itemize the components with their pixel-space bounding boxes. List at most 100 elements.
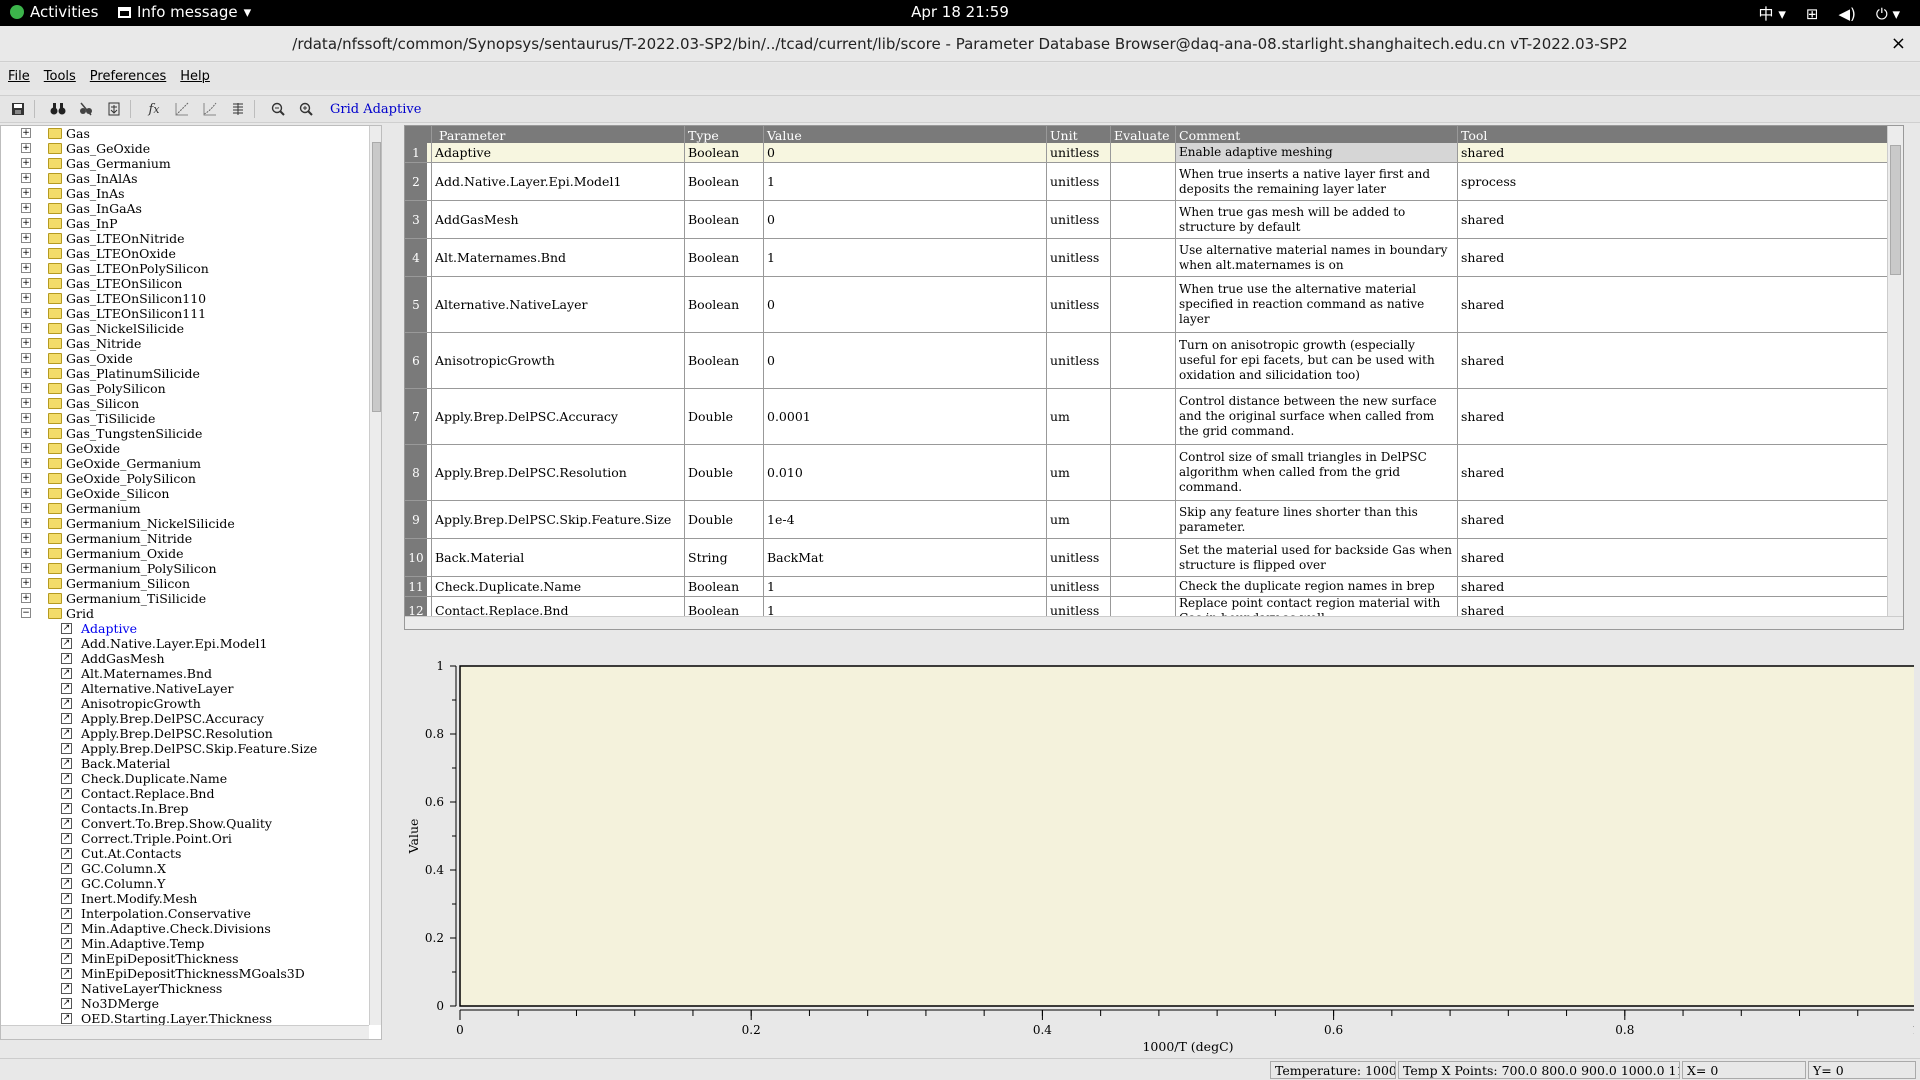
expand-icon[interactable]: + bbox=[21, 278, 31, 288]
zoom-out-icon[interactable] bbox=[266, 98, 290, 120]
column-header-value[interactable]: Value bbox=[767, 128, 802, 143]
cell-unit[interactable]: unitless bbox=[1046, 333, 1110, 388]
cell-type[interactable]: Boolean bbox=[684, 163, 763, 200]
cell-parameter[interactable]: Alternative.NativeLayer bbox=[431, 277, 684, 332]
cell-value[interactable]: 1 bbox=[763, 577, 1046, 596]
collapse-icon[interactable]: − bbox=[21, 608, 31, 618]
cell-evaluate[interactable] bbox=[1110, 539, 1175, 576]
cell-parameter[interactable]: Check.Duplicate.Name bbox=[431, 577, 684, 596]
cell-tool[interactable]: sprocess bbox=[1457, 163, 1887, 200]
cell-tool[interactable]: shared bbox=[1457, 539, 1887, 576]
cell-evaluate[interactable] bbox=[1110, 501, 1175, 538]
find-next-icon[interactable] bbox=[74, 98, 98, 120]
table-vertical-scrollbar[interactable] bbox=[1887, 126, 1903, 616]
cell-value[interactable]: 1 bbox=[763, 163, 1046, 200]
cell-tool[interactable]: shared bbox=[1457, 333, 1887, 388]
parameter-tree[interactable]: + Gas + Gas_GeOxide + Gas_Germanium + Gas_InAlA… bbox=[0, 125, 382, 1040]
cell-parameter[interactable]: Apply.Brep.DelPSC.Resolution bbox=[431, 445, 684, 500]
cell-parameter[interactable]: Alt.Maternames.Bnd bbox=[431, 239, 684, 276]
plot-linear-icon[interactable] bbox=[170, 98, 194, 120]
cell-value[interactable]: 0 bbox=[763, 201, 1046, 238]
system-tray[interactable]: 中 ▾ ⊞ ◀) ⏻ ▾ bbox=[1759, 3, 1900, 24]
find-icon[interactable] bbox=[46, 98, 70, 120]
cell-evaluate[interactable] bbox=[1110, 163, 1175, 200]
table-row[interactable]: 9 Apply.Brep.DelPSC.Skip.Feature.Size Doub… bbox=[405, 501, 1903, 539]
cell-comment[interactable]: Set the material used for backside Gas w… bbox=[1175, 539, 1457, 576]
column-header-type[interactable]: Type bbox=[688, 128, 719, 143]
cell-evaluate[interactable] bbox=[1110, 333, 1175, 388]
cell-unit[interactable]: unitless bbox=[1046, 143, 1110, 162]
tree-horizontal-scrollbar[interactable] bbox=[1, 1025, 369, 1039]
expand-icon[interactable]: + bbox=[21, 338, 31, 348]
cell-unit[interactable]: um bbox=[1046, 501, 1110, 538]
cell-value[interactable]: 0.010 bbox=[763, 445, 1046, 500]
cell-unit[interactable]: um bbox=[1046, 445, 1110, 500]
cell-unit[interactable]: unitless bbox=[1046, 163, 1110, 200]
cell-parameter[interactable]: AnisotropicGrowth bbox=[431, 333, 684, 388]
cell-unit[interactable]: unitless bbox=[1046, 539, 1110, 576]
cell-parameter[interactable]: Adaptive bbox=[431, 143, 684, 162]
column-header-evaluate[interactable]: Evaluate bbox=[1114, 128, 1170, 143]
expand-icon[interactable]: + bbox=[21, 563, 31, 573]
tree-vertical-scrollbar[interactable] bbox=[369, 126, 381, 1025]
cell-comment[interactable]: Turn on anisotropic growth (especially u… bbox=[1175, 333, 1457, 388]
cell-tool[interactable]: shared bbox=[1457, 389, 1887, 444]
cell-value[interactable]: 1e-4 bbox=[763, 501, 1046, 538]
expand-icon[interactable]: + bbox=[21, 143, 31, 153]
cell-value[interactable]: BackMat bbox=[763, 539, 1046, 576]
cell-comment[interactable]: When true gas mesh will be added to stru… bbox=[1175, 201, 1457, 238]
cell-tool[interactable]: shared bbox=[1457, 277, 1887, 332]
cell-comment[interactable]: Control size of small triangles in DelPS… bbox=[1175, 445, 1457, 500]
cell-type[interactable]: Boolean bbox=[684, 577, 763, 596]
table-row[interactable]: 7 Apply.Brep.DelPSC.Accuracy Double 0.0001 u… bbox=[405, 389, 1903, 445]
cell-evaluate[interactable] bbox=[1110, 577, 1175, 596]
expand-icon[interactable]: + bbox=[21, 203, 31, 213]
cell-type[interactable]: Boolean bbox=[684, 277, 763, 332]
cell-value[interactable]: 1 bbox=[763, 239, 1046, 276]
table-horizontal-scrollbar[interactable] bbox=[405, 616, 1903, 629]
cell-parameter[interactable]: Back.Material bbox=[431, 539, 684, 576]
table-row[interactable]: 2 Add.Native.Layer.Epi.Model1 Boolean 1 unit… bbox=[405, 163, 1903, 201]
save-icon[interactable] bbox=[6, 98, 30, 120]
cell-tool[interactable]: shared bbox=[1457, 143, 1887, 162]
expand-icon[interactable]: + bbox=[21, 383, 31, 393]
cell-evaluate[interactable] bbox=[1110, 143, 1175, 162]
table-row[interactable]: 10 Back.Material String BackMat unitless Set … bbox=[405, 539, 1903, 577]
expand-icon[interactable]: + bbox=[21, 443, 31, 453]
cell-evaluate[interactable] bbox=[1110, 201, 1175, 238]
cell-unit[interactable]: unitless bbox=[1046, 239, 1110, 276]
table-row[interactable]: 4 Alt.Maternames.Bnd Boolean 1 unitless Use a… bbox=[405, 239, 1903, 277]
expand-icon[interactable]: + bbox=[21, 458, 31, 468]
cell-tool[interactable]: shared bbox=[1457, 577, 1887, 596]
cell-parameter[interactable]: Add.Native.Layer.Epi.Model1 bbox=[431, 163, 684, 200]
cell-evaluate[interactable] bbox=[1110, 277, 1175, 332]
function-icon[interactable]: fx bbox=[142, 98, 166, 120]
cell-type[interactable]: Double bbox=[684, 501, 763, 538]
expand-icon[interactable]: + bbox=[21, 173, 31, 183]
cell-type[interactable]: String bbox=[684, 539, 763, 576]
expand-icon[interactable]: + bbox=[21, 428, 31, 438]
close-icon[interactable]: × bbox=[1891, 33, 1906, 54]
power-icon[interactable]: ⏻ ▾ bbox=[1876, 5, 1900, 23]
expand-icon[interactable]: + bbox=[21, 473, 31, 483]
expand-icon[interactable]: + bbox=[21, 368, 31, 378]
menu-file[interactable]: File bbox=[8, 69, 30, 84]
parameter-plot[interactable]: 00 0.2 0.2 0.4 0.4 0.6 0.6 0.8 0.8 1 1 1000/T (degC… bbox=[404, 650, 1914, 1060]
cell-type[interactable]: Double bbox=[684, 389, 763, 444]
cell-parameter[interactable]: Apply.Brep.DelPSC.Accuracy bbox=[431, 389, 684, 444]
expand-icon[interactable]: + bbox=[21, 533, 31, 543]
input-method-indicator[interactable]: 中 ▾ bbox=[1759, 3, 1786, 24]
cell-comment[interactable]: Check the duplicate region names in brep bbox=[1175, 577, 1457, 596]
expand-icon[interactable]: + bbox=[21, 518, 31, 528]
column-header-comment[interactable]: Comment bbox=[1179, 128, 1240, 143]
table-row[interactable]: 3 AddGasMesh Boolean 0 unitless When true gas… bbox=[405, 201, 1903, 239]
bookmark-icon[interactable] bbox=[102, 98, 126, 120]
plot-canvas[interactable]: 00 0.2 0.2 0.4 0.4 0.6 0.6 0.8 0.8 1 1 1000/T (degC… bbox=[404, 650, 1914, 1060]
cell-tool[interactable]: shared bbox=[1457, 501, 1887, 538]
expand-icon[interactable]: + bbox=[21, 248, 31, 258]
expand-icon[interactable]: + bbox=[21, 293, 31, 303]
column-header-tool[interactable]: Tool bbox=[1461, 128, 1487, 143]
cell-evaluate[interactable] bbox=[1110, 445, 1175, 500]
expand-icon[interactable]: + bbox=[21, 548, 31, 558]
cell-parameter[interactable]: Apply.Brep.DelPSC.Skip.Feature.Size bbox=[431, 501, 684, 538]
